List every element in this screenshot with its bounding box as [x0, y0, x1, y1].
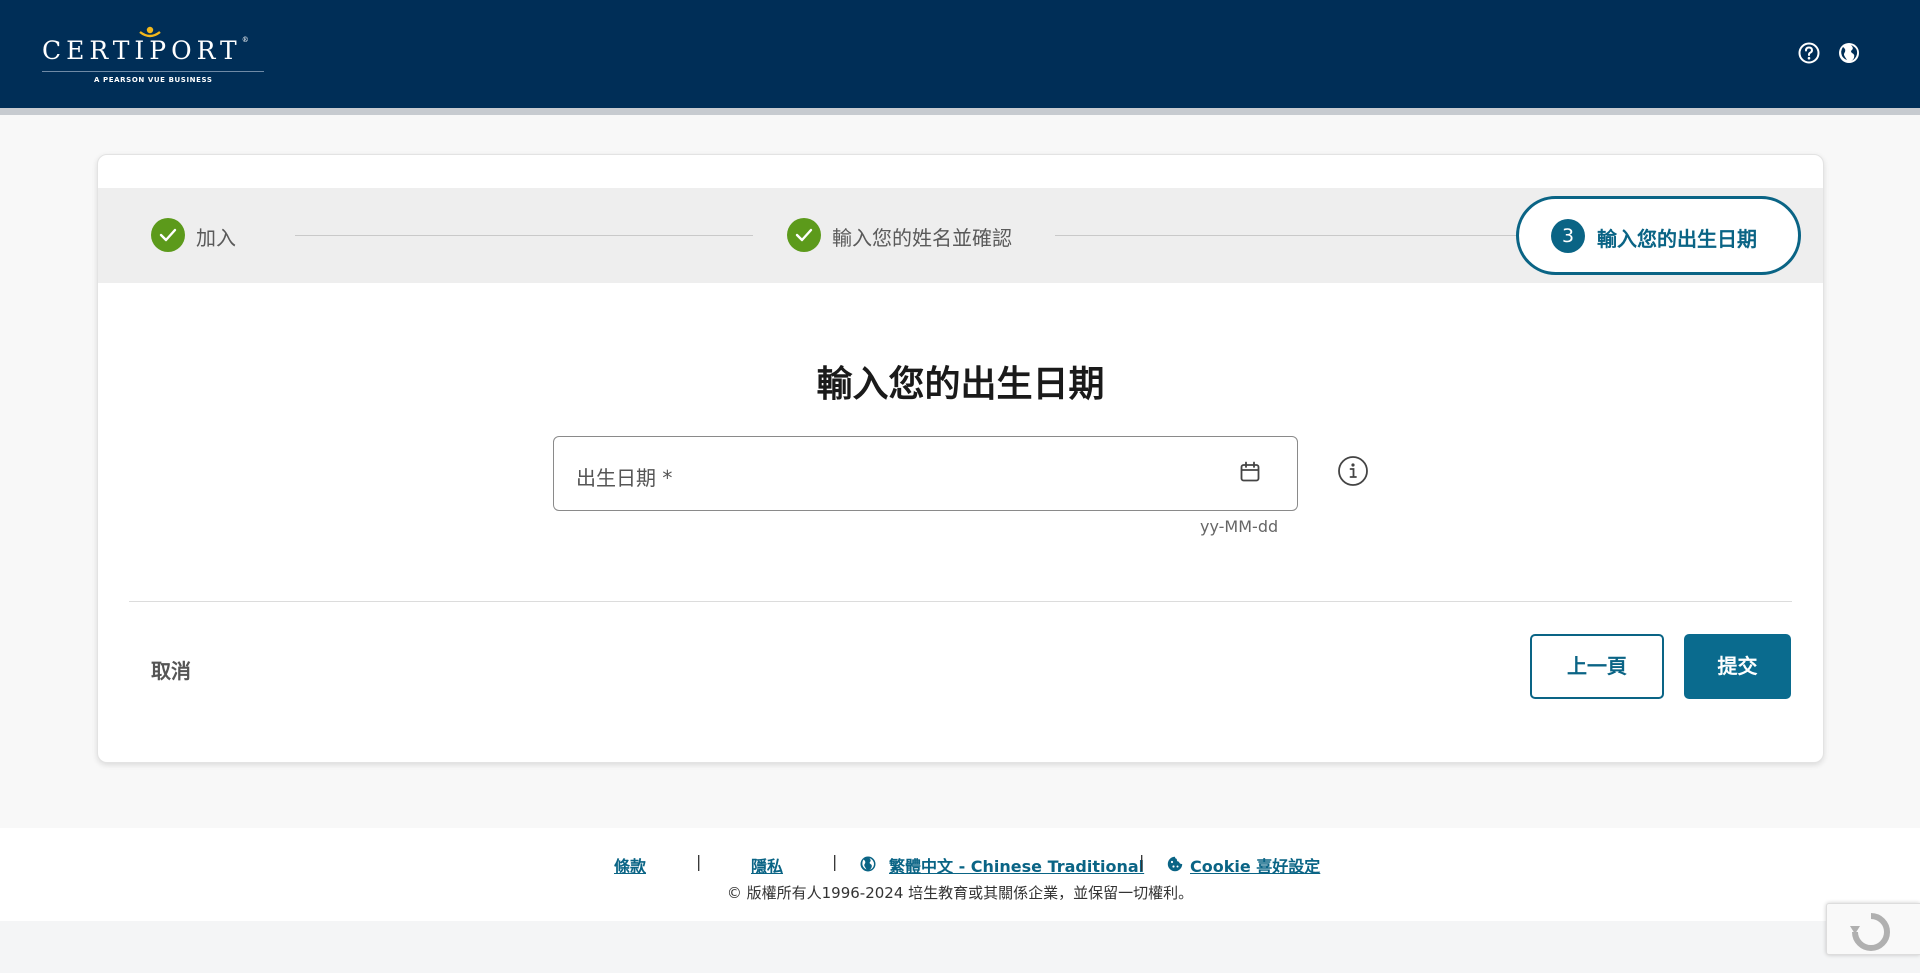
- birthdate-input[interactable]: 出生日期 *: [553, 436, 1298, 511]
- step-name-label: 輸入您的姓名並確認: [832, 226, 1012, 250]
- info-icon[interactable]: [1337, 455, 1369, 487]
- page-title: 輸入您的出生日期: [816, 364, 1105, 405]
- logo-figure-icon: [139, 26, 161, 38]
- language-link[interactable]: 繁體中文 - Chinese Traditional: [889, 853, 1144, 877]
- step-connector: [295, 235, 753, 236]
- logo-subtitle: A PEARSON VUE BUSINESS: [94, 76, 213, 84]
- cookie-preferences-link[interactable]: Cookie 喜好設定: [1190, 853, 1320, 877]
- privacy-link[interactable]: 隱私: [751, 853, 783, 877]
- step-current: 3 輸入您的出生日期: [1516, 196, 1801, 275]
- step-join-label: 加入: [196, 226, 236, 250]
- birthdate-input-label: 出生日期 *: [576, 466, 673, 490]
- certiport-logo[interactable]: CERTIPORT® A PEARSON VUE BUSINESS: [42, 26, 282, 86]
- terms-link[interactable]: 條款: [614, 853, 646, 877]
- copyright-text: © 版權所有人1996-2024 培生教育或其關係企業，並保留一切權利。: [726, 884, 1194, 902]
- form-divider: [129, 601, 1792, 602]
- progress-stepper: 加入 輸入您的姓名並確認 3 輸入您的出生日期: [98, 188, 1823, 283]
- footer-separator: |: [696, 852, 702, 871]
- step-number-badge: 3: [1551, 219, 1585, 253]
- header-stripe: [0, 108, 1920, 115]
- date-format-hint: yy-MM-dd: [1200, 517, 1279, 536]
- footer-separator: |: [832, 852, 838, 871]
- step-complete-check-icon: [151, 218, 185, 252]
- footer-bottom-bar: [0, 921, 1920, 973]
- step-complete-check-icon: [787, 218, 821, 252]
- site-footer: 條款 | 隱私 | 繁體中文 - Chinese Traditional | C…: [0, 828, 1920, 921]
- footer-separator: |: [1139, 852, 1145, 871]
- logo-divider: [42, 71, 264, 72]
- previous-button[interactable]: 上一頁: [1530, 634, 1664, 699]
- step-connector: [1055, 235, 1516, 236]
- site-header: CERTIPORT® A PEARSON VUE BUSINESS: [0, 0, 1920, 108]
- step-birthdate-label: 輸入您的出生日期: [1597, 227, 1757, 251]
- calendar-icon[interactable]: [1239, 461, 1261, 483]
- recaptcha-icon: [1850, 913, 1890, 951]
- globe-icon[interactable]: [1838, 42, 1860, 64]
- cookie-icon: [1167, 856, 1183, 872]
- submit-button[interactable]: 提交: [1684, 634, 1791, 699]
- cancel-button[interactable]: 取消: [151, 655, 191, 684]
- date-of-birth-card: 加入 輸入您的姓名並確認 3 輸入您的出生日期 輸入您的出生日期 出生日期 * …: [97, 154, 1824, 763]
- globe-icon: [860, 856, 876, 872]
- help-circle-icon[interactable]: [1798, 42, 1820, 64]
- recaptcha-badge[interactable]: [1826, 903, 1920, 955]
